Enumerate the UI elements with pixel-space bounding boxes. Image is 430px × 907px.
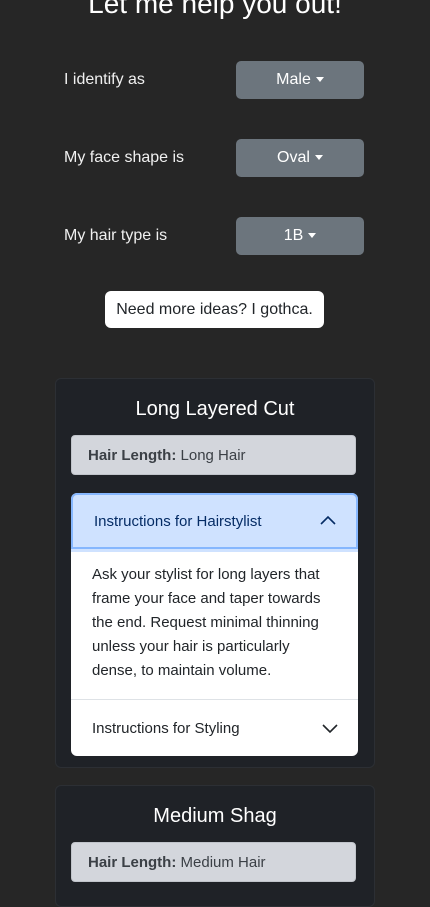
chevron-up-icon <box>320 515 336 525</box>
accordion-header-hairstylist[interactable]: Instructions for Hairstylist <box>71 493 358 549</box>
accordion-body: Ask your stylist for long layers that fr… <box>71 549 358 700</box>
hair-length-badge: Hair Length: Medium Hair <box>71 842 356 882</box>
card-title: Medium Shag <box>153 805 277 827</box>
hair-length-badge: Hair Length: Long Hair <box>71 435 356 475</box>
hair-length-label: Hair Length: <box>88 854 177 871</box>
hair-type-dropdown-value: 1B <box>283 227 304 244</box>
hair-type-label: My hair type is <box>64 227 168 244</box>
caret-down-icon <box>314 154 323 160</box>
accordion-header-styling[interactable]: Instructions for Styling <box>71 700 358 756</box>
accordion-title: Instructions for Styling <box>92 719 240 737</box>
face-shape-dropdown-value: Oval <box>277 149 310 166</box>
hair-length-label: Hair Length: <box>88 447 177 464</box>
face-shape-filter-row: My face shape is Oval <box>64 139 364 177</box>
more-ideas-button[interactable]: Need more ideas? I gothca. <box>105 291 324 328</box>
hair-type-dropdown[interactable]: 1B <box>236 217 364 255</box>
accordion-title: Instructions for Hairstylist <box>94 512 262 530</box>
gender-dropdown[interactable]: Male <box>236 61 364 99</box>
caret-down-icon <box>308 232 317 238</box>
caret-down-icon <box>315 76 324 82</box>
hairstyle-card: Long Layered Cut Hair Length: Long Hair … <box>55 378 375 768</box>
gender-dropdown-value: Male <box>276 71 311 88</box>
card-title: Long Layered Cut <box>135 398 295 420</box>
face-shape-dropdown[interactable]: Oval <box>236 139 364 177</box>
gender-label: I identify as <box>64 71 145 88</box>
gender-filter-row: I identify as Male <box>64 61 364 99</box>
page-title: Let me help you out! <box>88 0 342 19</box>
hairstyle-card: Medium Shag Hair Length: Medium Hair <box>55 785 375 907</box>
face-shape-label: My face shape is <box>64 149 185 166</box>
hair-type-filter-row: My hair type is 1B <box>64 217 364 255</box>
chevron-down-icon <box>322 724 338 734</box>
instructions-accordion: Instructions for Hairstylist Ask your st… <box>71 493 358 756</box>
hair-length-value: Medium Hair <box>180 854 266 871</box>
hair-length-value: Long Hair <box>180 447 246 464</box>
